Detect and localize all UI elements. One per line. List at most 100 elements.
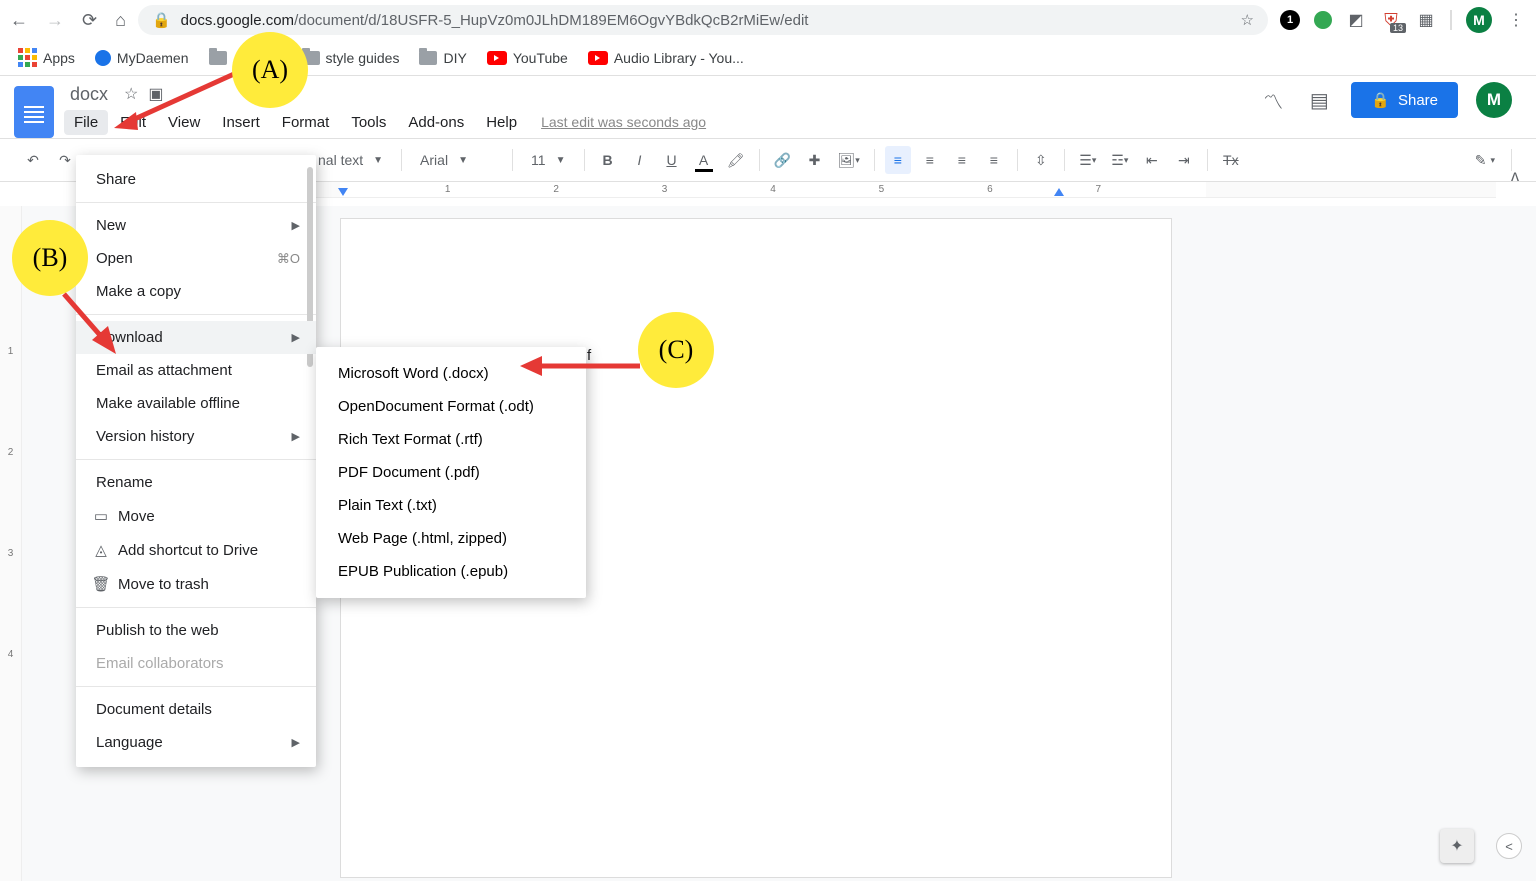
- bookmark-mydaemen[interactable]: MyDaemen: [95, 50, 189, 66]
- file-menu-new[interactable]: New▶: [76, 209, 316, 242]
- last-edit-link[interactable]: Last edit was seconds ago: [541, 114, 706, 130]
- star-icon[interactable]: ☆: [1241, 11, 1254, 29]
- highlight-button[interactable]: 🖍: [723, 146, 749, 174]
- file-menu-language[interactable]: Language▶: [76, 726, 316, 759]
- ruler-tick: 1: [445, 184, 451, 195]
- file-menu-email-collaborators: Email collaborators: [76, 647, 316, 680]
- home-button[interactable]: ⌂: [115, 10, 126, 31]
- folder-icon: [419, 51, 437, 65]
- bookmark-audio-library[interactable]: Audio Library - You...: [588, 50, 744, 66]
- bookmark-diy[interactable]: DIY: [419, 50, 466, 66]
- insert-image-button[interactable]: 🖼▾: [834, 146, 864, 174]
- back-button[interactable]: ←: [10, 10, 28, 31]
- drive-icon: ◬: [90, 541, 112, 559]
- bookmark-label: Audio Library - You...: [614, 50, 744, 66]
- increase-indent-button[interactable]: ⇥: [1171, 146, 1197, 174]
- file-menu-trash[interactable]: 🗑Move to trash: [76, 567, 316, 601]
- extension-grey-icon[interactable]: ◩: [1346, 10, 1366, 30]
- address-bar[interactable]: 🔒 docs.google.com/document/d/18USFR-5_Hu…: [138, 5, 1268, 35]
- file-menu-share[interactable]: Share: [76, 163, 316, 196]
- share-button[interactable]: 🔒 Share: [1351, 82, 1458, 118]
- file-menu-open[interactable]: Open⌘O: [76, 242, 316, 275]
- annotation-arrow-b: [52, 286, 132, 366]
- align-justify-button[interactable]: ≡: [981, 146, 1007, 174]
- extension-green-icon[interactable]: [1314, 11, 1332, 29]
- bookmark-hidden-folder[interactable]: [209, 51, 227, 65]
- align-center-button[interactable]: ≡: [917, 146, 943, 174]
- file-menu-details[interactable]: Document details: [76, 693, 316, 726]
- annotation-bubble-c: (C): [638, 312, 714, 388]
- italic-button[interactable]: I: [627, 146, 653, 174]
- forward-button[interactable]: →: [46, 10, 64, 31]
- bulleted-list-button[interactable]: ☲▾: [1107, 146, 1133, 174]
- align-left-button[interactable]: ≡: [885, 146, 911, 174]
- bold-button[interactable]: B: [595, 146, 621, 174]
- menu-format[interactable]: Format: [272, 110, 340, 135]
- font-size-select[interactable]: 11▼: [523, 152, 573, 168]
- chrome-menu-icon[interactable]: ⋮: [1506, 10, 1526, 30]
- align-right-button[interactable]: ≡: [949, 146, 975, 174]
- bookmark-style-guides[interactable]: style guides: [302, 50, 400, 66]
- reload-button[interactable]: ⟳: [82, 10, 97, 31]
- download-txt[interactable]: Plain Text (.txt): [316, 489, 586, 522]
- download-odt[interactable]: OpenDocument Format (.odt): [316, 390, 586, 423]
- menu-separator: [76, 202, 316, 203]
- extension-notification-icon[interactable]: 1: [1280, 10, 1300, 30]
- extension-shield-icon[interactable]: ⛨13: [1380, 9, 1402, 31]
- docs-logo-icon[interactable]: [14, 86, 54, 138]
- bookmark-youtube[interactable]: YouTube: [487, 50, 568, 66]
- download-pdf[interactable]: PDF Document (.pdf): [316, 456, 586, 489]
- file-menu-move[interactable]: ▭Move: [76, 499, 316, 533]
- menu-file[interactable]: File: [64, 110, 108, 135]
- file-menu-offline[interactable]: Make available offline: [76, 387, 316, 420]
- bookmark-label: YouTube: [513, 50, 568, 66]
- globe-icon: [95, 50, 111, 66]
- menu-addons[interactable]: Add-ons: [398, 110, 474, 135]
- numbered-list-button[interactable]: ☰▾: [1075, 146, 1101, 174]
- download-html[interactable]: Web Page (.html, zipped): [316, 522, 586, 555]
- separator: [512, 149, 513, 171]
- redo-button[interactable]: ↷: [52, 146, 78, 174]
- side-panel-toggle[interactable]: <: [1496, 833, 1522, 859]
- apps-icon: [18, 48, 37, 67]
- youtube-icon: [588, 51, 608, 65]
- menu-help[interactable]: Help: [476, 110, 527, 135]
- extensions-grid-icon[interactable]: ▦: [1416, 10, 1436, 30]
- insert-link-button[interactable]: 🔗: [770, 146, 796, 174]
- file-menu-version-history[interactable]: Version history▶: [76, 420, 316, 453]
- font-label: Arial: [420, 152, 448, 168]
- editing-mode-button[interactable]: ✎▾: [1471, 146, 1499, 174]
- profile-avatar[interactable]: M: [1466, 7, 1492, 33]
- file-menu-add-shortcut[interactable]: ◬Add shortcut to Drive: [76, 533, 316, 567]
- move-icon: ▭: [90, 507, 112, 525]
- folder-icon: [209, 51, 227, 65]
- vertical-ruler[interactable]: 1 2 3 4: [0, 206, 22, 881]
- file-menu-publish[interactable]: Publish to the web: [76, 614, 316, 647]
- account-avatar[interactable]: M: [1476, 82, 1512, 118]
- download-submenu: Microsoft Word (.docx) OpenDocument Form…: [316, 347, 586, 598]
- decrease-indent-button[interactable]: ⇤: [1139, 146, 1165, 174]
- clear-formatting-button[interactable]: Tx: [1218, 146, 1244, 174]
- undo-button[interactable]: ↶: [20, 146, 46, 174]
- file-menu-rename[interactable]: Rename: [76, 466, 316, 499]
- download-epub[interactable]: EPUB Publication (.epub): [316, 555, 586, 588]
- underline-button[interactable]: U: [659, 146, 685, 174]
- document-title[interactable]: docx: [64, 82, 114, 107]
- collapse-toolbar-button[interactable]: ʌ: [1502, 164, 1528, 190]
- comments-icon[interactable]: ▤: [1305, 86, 1333, 114]
- activity-icon[interactable]: 〽: [1259, 86, 1287, 114]
- menu-tools[interactable]: Tools: [341, 110, 396, 135]
- apps-shortcut[interactable]: Apps: [18, 48, 75, 67]
- separator: [1207, 149, 1208, 171]
- share-label: Share: [1398, 92, 1438, 109]
- line-spacing-button[interactable]: ⇳: [1028, 146, 1054, 174]
- browser-toolbar: ← → ⟳ ⌂ 🔒 docs.google.com/document/d/18U…: [0, 0, 1536, 40]
- download-rtf[interactable]: Rich Text Format (.rtf): [316, 423, 586, 456]
- font-family-select[interactable]: Arial▼: [412, 152, 502, 168]
- paragraph-style-select[interactable]: nal text▼: [310, 152, 391, 168]
- text-color-button[interactable]: A: [691, 146, 717, 174]
- ruler-tick: 5: [879, 184, 885, 195]
- insert-comment-button[interactable]: ✚: [802, 146, 828, 174]
- explore-button[interactable]: ✦: [1440, 829, 1474, 863]
- ruler-tick: 7: [1096, 184, 1102, 195]
